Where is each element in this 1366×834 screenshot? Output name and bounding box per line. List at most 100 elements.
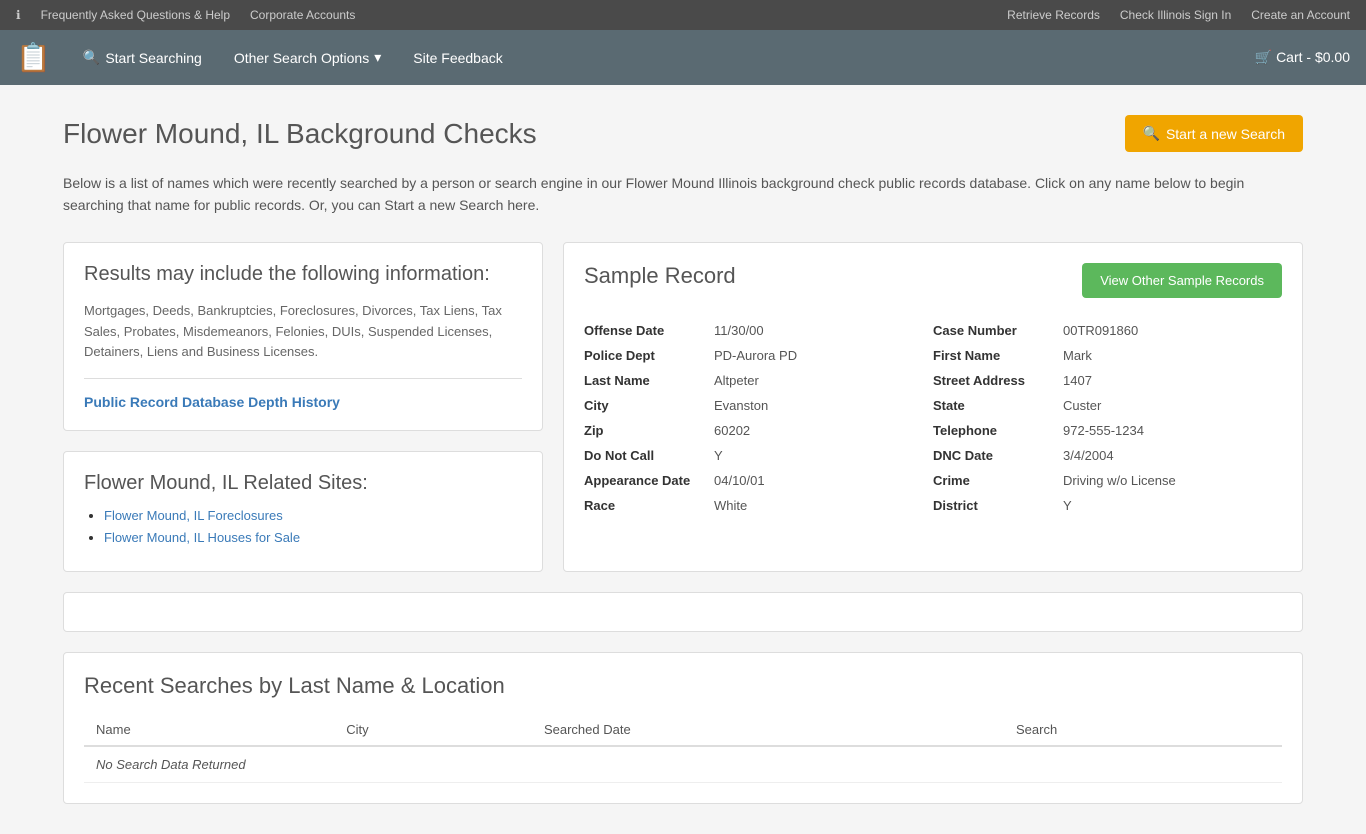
- list-item: Flower Mound, IL Foreclosures: [104, 507, 522, 523]
- record-row: CityEvanston: [584, 393, 933, 418]
- record-row: StateCuster: [933, 393, 1282, 418]
- page-title: Flower Mound, IL Background Checks: [63, 118, 537, 150]
- table-header-row: NameCitySearched DateSearch: [84, 714, 1282, 746]
- record-label: City: [584, 398, 714, 413]
- separator-bar: [63, 592, 1303, 632]
- record-label: Crime: [933, 473, 1063, 488]
- record-row: RaceWhite: [584, 493, 933, 518]
- houses-for-sale-link[interactable]: Flower Mound, IL Houses for Sale: [104, 530, 300, 545]
- record-value: White: [714, 498, 747, 513]
- divider: [84, 378, 522, 379]
- search-icon: 🔍: [83, 49, 100, 66]
- top-bar: Frequently Asked Questions & Help Corpor…: [0, 0, 1366, 30]
- record-label: First Name: [933, 348, 1063, 363]
- cart-icon: 🛒: [1255, 49, 1272, 65]
- record-row: Offense Date11/30/00: [584, 318, 933, 343]
- check-illinois-signin-link[interactable]: Check Illinois Sign In: [1120, 8, 1231, 22]
- faq-link[interactable]: Frequently Asked Questions & Help: [41, 8, 230, 22]
- sample-record-title: Sample Record: [584, 263, 736, 289]
- record-row: Street Address1407: [933, 368, 1282, 393]
- search-table: NameCitySearched DateSearch No Search Da…: [84, 714, 1282, 783]
- site-feedback-link[interactable]: Site Feedback: [401, 42, 515, 74]
- db-depth-history-link[interactable]: Public Record Database Depth History: [84, 394, 340, 410]
- cart-area: 🛒 Cart - $0.00: [1255, 49, 1350, 66]
- record-value: 04/10/01: [714, 473, 765, 488]
- record-label: Race: [584, 498, 714, 513]
- record-row: Last NameAltpeter: [584, 368, 933, 393]
- foreclosures-link[interactable]: Flower Mound, IL Foreclosures: [104, 508, 283, 523]
- record-row: Telephone972-555-1234: [933, 418, 1282, 443]
- record-label: Case Number: [933, 323, 1063, 338]
- record-value: 972-555-1234: [1063, 423, 1144, 438]
- record-label: Appearance Date: [584, 473, 714, 488]
- related-sites-list: Flower Mound, IL Foreclosures Flower Mou…: [84, 507, 522, 545]
- view-other-sample-records-button[interactable]: View Other Sample Records: [1082, 263, 1282, 298]
- record-label: Street Address: [933, 373, 1063, 388]
- table-column-header: Name: [84, 714, 334, 746]
- record-value: Custer: [1063, 398, 1101, 413]
- record-label: Do Not Call: [584, 448, 714, 463]
- record-label: District: [933, 498, 1063, 513]
- record-col-left: Offense Date11/30/00Police DeptPD-Aurora…: [584, 318, 933, 518]
- record-grid: Offense Date11/30/00Police DeptPD-Aurora…: [584, 318, 1282, 518]
- results-info-text: Mortgages, Deeds, Bankruptcies, Foreclos…: [84, 301, 522, 363]
- recent-searches-title: Recent Searches by Last Name & Location: [84, 673, 1282, 699]
- start-new-search-button[interactable]: 🔍 Start a new Search: [1125, 115, 1304, 152]
- record-value: Evanston: [714, 398, 768, 413]
- record-row: Police DeptPD-Aurora PD: [584, 343, 933, 368]
- nav-left: 📋 🔍 Start Searching Other Search Options…: [16, 41, 515, 74]
- record-label: Zip: [584, 423, 714, 438]
- record-label: Last Name: [584, 373, 714, 388]
- list-item: Flower Mound, IL Houses for Sale: [104, 529, 522, 545]
- other-search-options-link[interactable]: Other Search Options ▾: [222, 41, 393, 74]
- record-value: 00TR091860: [1063, 323, 1138, 338]
- record-label: Offense Date: [584, 323, 714, 338]
- table-row: No Search Data Returned: [84, 746, 1282, 783]
- create-account-link[interactable]: Create an Account: [1251, 8, 1350, 22]
- record-label: DNC Date: [933, 448, 1063, 463]
- record-value: 11/30/00: [714, 323, 764, 338]
- related-sites-box: Flower Mound, IL Related Sites: Flower M…: [63, 451, 543, 572]
- record-row: Zip60202: [584, 418, 933, 443]
- table-column-header: City: [334, 714, 532, 746]
- record-value: Altpeter: [714, 373, 759, 388]
- record-value: Y: [714, 448, 723, 463]
- description-text: Below is a list of names which were rece…: [63, 172, 1303, 217]
- table-body: No Search Data Returned: [84, 746, 1282, 783]
- results-info-box: Results may include the following inform…: [63, 242, 543, 431]
- retrieve-records-link[interactable]: Retrieve Records: [1007, 8, 1100, 22]
- page-title-row: Flower Mound, IL Background Checks 🔍 Sta…: [63, 115, 1303, 152]
- record-label: Telephone: [933, 423, 1063, 438]
- table-column-header: Searched Date: [532, 714, 1004, 746]
- record-col-right: Case Number00TR091860First NameMarkStree…: [933, 318, 1282, 518]
- record-value: Driving w/o License: [1063, 473, 1176, 488]
- record-label: State: [933, 398, 1063, 413]
- record-value: 60202: [714, 423, 750, 438]
- corporate-accounts-link[interactable]: Corporate Accounts: [250, 8, 355, 22]
- record-row: Do Not CallY: [584, 443, 933, 468]
- top-bar-left: Frequently Asked Questions & Help Corpor…: [16, 8, 355, 22]
- start-searching-link[interactable]: 🔍 Start Searching: [71, 41, 214, 74]
- info-circle-icon: [16, 8, 21, 22]
- record-row: Case Number00TR091860: [933, 318, 1282, 343]
- record-row: DNC Date3/4/2004: [933, 443, 1282, 468]
- table-column-header: Search: [1004, 714, 1282, 746]
- record-value: Y: [1063, 498, 1072, 513]
- search-table-wrapper: NameCitySearched DateSearch No Search Da…: [84, 714, 1282, 783]
- main-content: Flower Mound, IL Background Checks 🔍 Sta…: [43, 85, 1323, 834]
- sample-record-header: Sample Record View Other Sample Records: [584, 263, 1282, 298]
- site-logo-icon: 📋: [16, 41, 51, 74]
- top-bar-right: Retrieve Records Check Illinois Sign In …: [1007, 8, 1350, 22]
- record-value: 1407: [1063, 373, 1092, 388]
- chevron-down-icon: ▾: [374, 49, 381, 66]
- related-sites-title: Flower Mound, IL Related Sites:: [84, 472, 522, 495]
- record-label: Police Dept: [584, 348, 714, 363]
- record-row: Appearance Date04/10/01: [584, 468, 933, 493]
- record-row: CrimeDriving w/o License: [933, 468, 1282, 493]
- results-info-title: Results may include the following inform…: [84, 263, 522, 286]
- left-panel: Results may include the following inform…: [63, 242, 543, 572]
- nav-bar: 📋 🔍 Start Searching Other Search Options…: [0, 30, 1366, 85]
- content-grid: Results may include the following inform…: [63, 242, 1303, 572]
- recent-searches-section: Recent Searches by Last Name & Location …: [63, 652, 1303, 804]
- record-row: First NameMark: [933, 343, 1282, 368]
